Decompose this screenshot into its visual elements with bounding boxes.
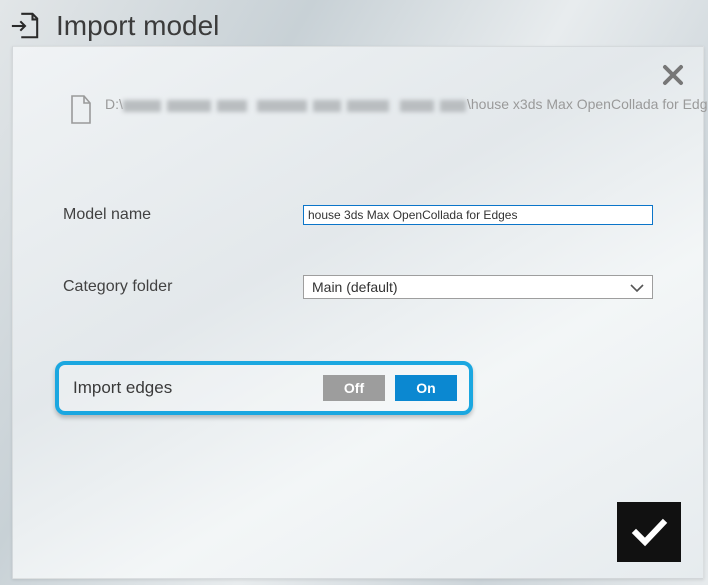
import-edges-toggle: Off On [323, 375, 457, 401]
confirm-button[interactable] [617, 502, 681, 562]
category-folder-label: Category folder [63, 278, 303, 296]
file-icon [69, 95, 93, 125]
category-folder-select[interactable]: Main (default) [303, 275, 653, 299]
import-edges-on-button[interactable]: On [395, 375, 457, 401]
dialog-panel: D:\ \house x3ds Max OpenCollada for Edge… [12, 46, 704, 579]
model-name-label: Model name [63, 206, 303, 224]
category-folder-value: Main (default) [312, 279, 398, 295]
file-path: D:\ \house x3ds Max OpenCollada for Edge… [105, 95, 653, 135]
import-model-dialog: Import model D:\ [0, 0, 708, 585]
path-suffix: \house x3ds Max OpenCollada for Edges.sk… [467, 95, 708, 113]
import-icon [10, 11, 40, 41]
import-edges-off-button[interactable]: Off [323, 375, 385, 401]
redacted-path-segment [123, 99, 472, 111]
dialog-header: Import model [0, 0, 708, 46]
chevron-down-icon [630, 279, 644, 295]
model-name-row: Model name [63, 203, 653, 227]
file-path-row: D:\ \house x3ds Max OpenCollada for Edge… [69, 95, 653, 135]
dialog-title: Import model [56, 10, 219, 42]
import-edges-label: Import edges [73, 378, 323, 398]
close-button[interactable] [661, 63, 685, 87]
import-edges-highlight: Import edges Off On [55, 361, 473, 415]
path-prefix: D:\ [105, 96, 123, 112]
category-folder-row: Category folder Main (default) [63, 275, 653, 299]
model-name-input[interactable] [303, 205, 653, 225]
